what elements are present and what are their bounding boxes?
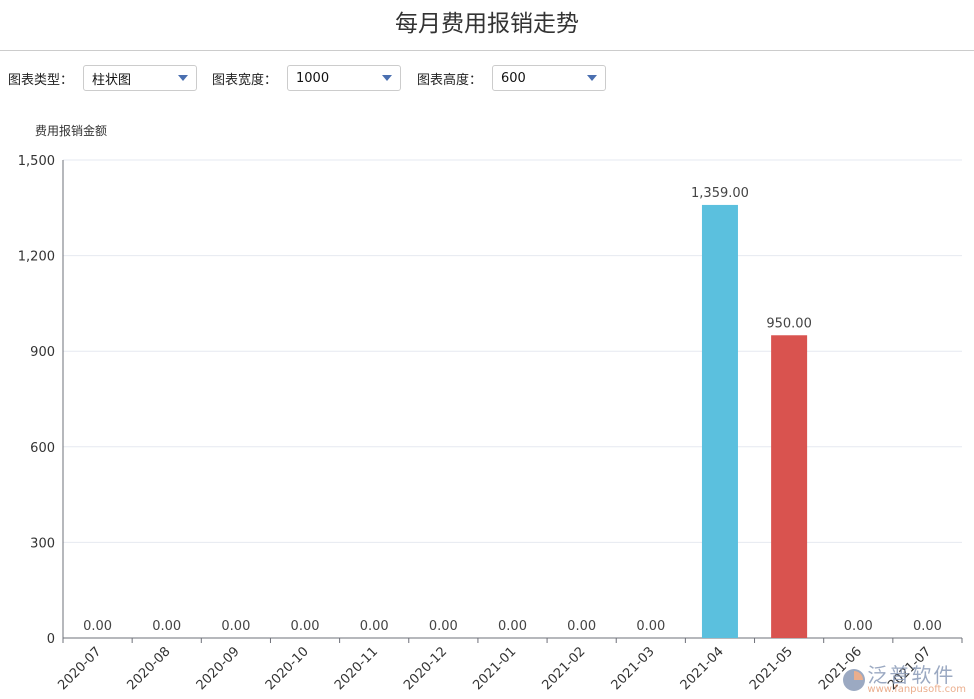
x-tick-label: 2021-01 — [470, 644, 519, 693]
x-tick-label: 2020-10 — [263, 644, 312, 693]
bar — [701, 204, 738, 638]
x-tick-label: 2020-12 — [401, 644, 450, 693]
data-label: 0.00 — [567, 619, 596, 634]
data-label: 0.00 — [360, 619, 389, 634]
data-label: 0.00 — [152, 619, 181, 634]
watermark-name: 泛普软件 — [867, 663, 956, 687]
y-tick-label: 1,200 — [18, 250, 55, 265]
watermark-url: www.fanpusoft.com — [867, 684, 966, 695]
bar — [771, 335, 808, 638]
y-tick-label: 900 — [30, 345, 55, 360]
data-label: 1,359.00 — [691, 186, 749, 201]
y-tick-label: 300 — [30, 536, 55, 551]
data-label: 0.00 — [636, 619, 665, 634]
x-tick-label: 2021-04 — [678, 644, 727, 693]
y-tick-label: 0 — [47, 632, 55, 647]
data-label: 0.00 — [844, 619, 873, 634]
data-label: 0.00 — [913, 619, 942, 634]
x-tick-label: 2020-11 — [332, 644, 381, 693]
x-tick-label: 2020-09 — [194, 644, 243, 693]
y-tick-label: 600 — [30, 441, 55, 456]
data-label: 0.00 — [429, 619, 458, 634]
bar-chart: 费用报销金额 0 300 600 900 1,200 1,500 0.00 2020-07 0.0… — [18, 123, 963, 693]
logo-icon — [843, 669, 866, 691]
data-label: 0.00 — [498, 619, 527, 634]
x-tick-label: 2020-07 — [55, 644, 104, 693]
x-tick-label: 2021-02 — [539, 644, 588, 693]
watermark-logo: 泛普软件 www.fanpusoft.com — [841, 665, 966, 695]
x-tick-label: 2020-08 — [125, 644, 174, 693]
x-tick-label: 2021-05 — [747, 644, 796, 693]
data-label: 0.00 — [291, 619, 320, 634]
x-tick-label: 2021-03 — [609, 644, 658, 693]
y-axis-label: 费用报销金额 — [35, 123, 107, 138]
y-tick-label: 1,500 — [18, 154, 55, 169]
data-label: 0.00 — [221, 619, 250, 634]
data-label: 950.00 — [766, 316, 812, 331]
data-label: 0.00 — [83, 619, 112, 634]
